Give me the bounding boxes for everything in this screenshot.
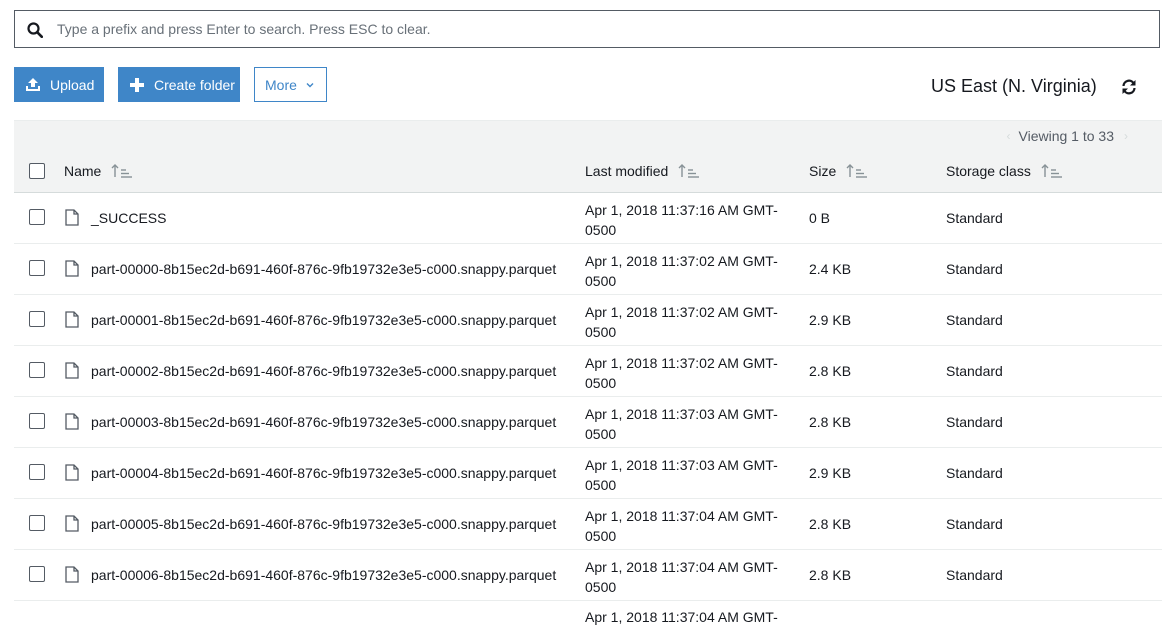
search-icon — [27, 22, 43, 38]
sort-icon[interactable] — [678, 163, 700, 179]
column-name: Name — [64, 163, 102, 179]
plus-icon — [130, 77, 144, 92]
last-modified: Apr 1, 2018 11:37:02 AM GMT-0500 — [585, 355, 778, 391]
last-modified: Apr 1, 2018 11:37:04 AM GMT- — [585, 609, 778, 625]
table-row[interactable]: part-00006-8b15ec2d-b691-460f-876c-9fb19… — [14, 550, 1162, 601]
create-folder-button[interactable]: Create folder — [118, 67, 240, 102]
region-label: US East (N. Virginia) — [931, 76, 1097, 96]
table-row[interactable]: part-00001-8b15ec2d-b691-460f-876c-9fb19… — [14, 295, 1162, 346]
table-row[interactable]: part-00000-8b15ec2d-b691-460f-876c-9fb19… — [14, 244, 1162, 295]
last-modified: Apr 1, 2018 11:37:16 AM GMT-0500 — [585, 202, 778, 238]
file-icon — [65, 413, 79, 430]
row-checkbox[interactable] — [29, 362, 45, 378]
file-size: 2.8 KB — [809, 516, 852, 532]
file-icon — [65, 566, 79, 583]
column-storage-class: Storage class — [946, 163, 1031, 179]
file-name-link[interactable]: part-00002-8b15ec2d-b691-460f-876c-9fb19… — [91, 363, 556, 379]
file-icon — [65, 362, 79, 379]
file-icon — [65, 515, 79, 532]
storage-class: Standard — [946, 210, 1003, 226]
row-checkbox[interactable] — [29, 311, 45, 327]
storage-class: Standard — [946, 363, 1003, 379]
pagination-bar: ‹ Viewing 1 to 33 › — [14, 120, 1162, 151]
table-row[interactable]: Apr 1, 2018 11:37:04 AM GMT- — [14, 601, 1162, 631]
last-modified: Apr 1, 2018 11:37:04 AM GMT-0500 — [585, 508, 778, 544]
storage-class: Standard — [946, 312, 1003, 328]
last-modified: Apr 1, 2018 11:37:02 AM GMT-0500 — [585, 304, 778, 340]
table-header: Name Last modified Size Storage class — [14, 150, 1162, 193]
pagination: ‹ Viewing 1 to 33 › — [1007, 128, 1128, 144]
row-checkbox[interactable] — [29, 566, 45, 582]
pagination-text: Viewing 1 to 33 — [1018, 128, 1114, 144]
file-name-link[interactable]: part-00003-8b15ec2d-b691-460f-876c-9fb19… — [91, 414, 556, 430]
row-checkbox[interactable] — [29, 260, 45, 276]
upload-icon — [26, 77, 40, 91]
last-modified: Apr 1, 2018 11:37:03 AM GMT-0500 — [585, 406, 778, 442]
upload-label: Upload — [50, 76, 95, 93]
last-modified: Apr 1, 2018 11:37:02 AM GMT-0500 — [585, 253, 778, 289]
file-size: 2.4 KB — [809, 261, 852, 277]
file-size: 2.9 KB — [809, 465, 852, 481]
refresh-icon[interactable] — [1120, 78, 1138, 96]
file-size: 2.8 KB — [809, 363, 852, 379]
more-dropdown-button[interactable]: More — [254, 67, 327, 102]
storage-class: Standard — [946, 261, 1003, 277]
row-checkbox[interactable] — [29, 209, 45, 225]
column-size: Size — [809, 163, 837, 179]
sort-icon[interactable] — [1041, 163, 1063, 179]
file-size: 2.9 KB — [809, 312, 852, 328]
file-name-link[interactable]: part-00005-8b15ec2d-b691-460f-876c-9fb19… — [91, 516, 556, 532]
file-name-link[interactable]: part-00001-8b15ec2d-b691-460f-876c-9fb19… — [91, 312, 556, 328]
file-icon — [65, 464, 79, 481]
sort-icon[interactable] — [111, 163, 133, 179]
create-folder-label: Create folder — [154, 76, 235, 93]
select-all-checkbox[interactable] — [29, 163, 45, 179]
last-modified: Apr 1, 2018 11:37:04 AM GMT-0500 — [585, 559, 778, 595]
storage-class: Standard — [946, 567, 1003, 583]
chevron-down-icon — [306, 82, 314, 87]
table-row[interactable]: part-00005-8b15ec2d-b691-460f-876c-9fb19… — [14, 499, 1162, 550]
more-label: More — [265, 76, 297, 93]
table-row[interactable]: _SUCCESS Apr 1, 2018 11:37:16 AM GMT-050… — [14, 193, 1162, 244]
file-name-link[interactable]: _SUCCESS — [91, 210, 166, 226]
storage-class: Standard — [946, 414, 1003, 430]
sort-icon[interactable] — [846, 163, 868, 179]
storage-class: Standard — [946, 516, 1003, 532]
upload-button[interactable]: Upload — [14, 67, 104, 102]
table-row[interactable]: part-00002-8b15ec2d-b691-460f-876c-9fb19… — [14, 346, 1162, 397]
file-size: 2.8 KB — [809, 567, 852, 583]
last-modified: Apr 1, 2018 11:37:03 AM GMT-0500 — [585, 457, 778, 493]
file-icon — [65, 260, 79, 277]
storage-class: Standard — [946, 465, 1003, 481]
file-name-link[interactable]: part-00000-8b15ec2d-b691-460f-876c-9fb19… — [91, 261, 556, 277]
file-list: _SUCCESS Apr 1, 2018 11:37:16 AM GMT-050… — [14, 193, 1162, 631]
file-size: 2.8 KB — [809, 414, 852, 430]
table-row[interactable]: part-00004-8b15ec2d-b691-460f-876c-9fb19… — [14, 448, 1162, 499]
row-checkbox[interactable] — [29, 464, 45, 480]
search-input[interactable] — [57, 11, 1147, 47]
file-name-link[interactable]: part-00006-8b15ec2d-b691-460f-876c-9fb19… — [91, 567, 556, 583]
file-icon — [65, 311, 79, 328]
prev-page-icon[interactable]: ‹ — [1007, 129, 1011, 143]
search-bar — [14, 10, 1160, 48]
column-last-modified: Last modified — [585, 163, 669, 179]
next-page-icon[interactable]: › — [1124, 129, 1128, 143]
row-checkbox[interactable] — [29, 413, 45, 429]
table-row[interactable]: part-00003-8b15ec2d-b691-460f-876c-9fb19… — [14, 397, 1162, 448]
file-name-link[interactable]: part-00004-8b15ec2d-b691-460f-876c-9fb19… — [91, 465, 556, 481]
file-icon — [65, 209, 79, 226]
row-checkbox[interactable] — [29, 515, 45, 531]
file-size: 0 B — [809, 210, 831, 226]
